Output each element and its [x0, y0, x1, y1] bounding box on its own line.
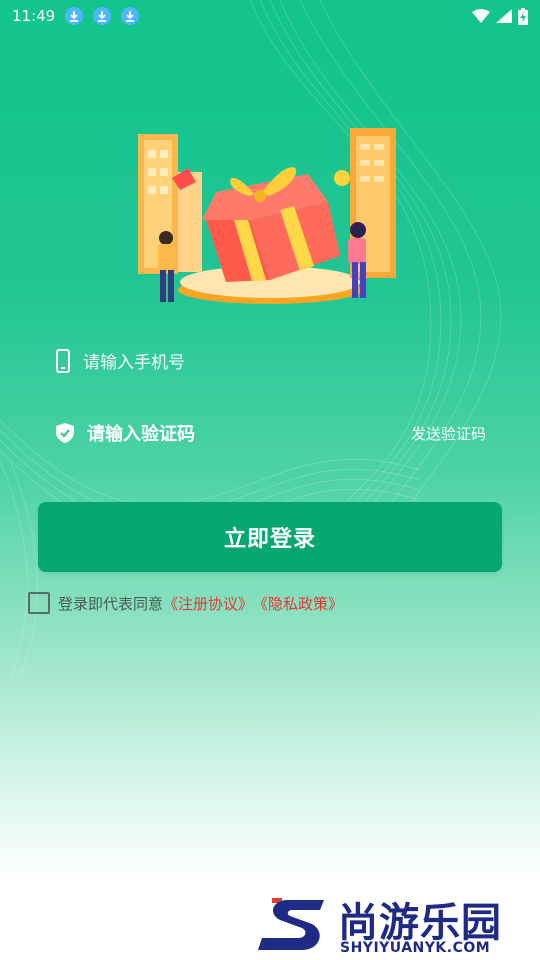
agreement-checkbox[interactable]	[28, 592, 50, 614]
wifi-icon	[472, 9, 490, 23]
download-icon	[121, 7, 140, 25]
phone-input[interactable]: 请输入手机号	[83, 348, 185, 373]
status-time: 11:49	[12, 7, 56, 25]
battery-charging-icon	[518, 7, 528, 25]
shield-check-icon	[56, 423, 74, 443]
phone-icon	[56, 348, 70, 373]
terms-link[interactable]: 《注册协议》	[163, 593, 253, 614]
watermark-url: SHYIYUANYK.COM	[340, 940, 491, 956]
watermark-logo: 尚游乐园 SHYIYUANYK.COM	[258, 888, 540, 960]
download-icon	[65, 7, 84, 25]
phone-input-row[interactable]: 请输入手机号	[56, 348, 185, 373]
download-icon	[93, 7, 112, 25]
send-code-button[interactable]: 发送验证码	[411, 423, 486, 444]
gift-illustration	[138, 128, 396, 304]
status-bar: 11:49	[0, 0, 540, 32]
signal-icon	[496, 9, 512, 23]
login-button[interactable]: 立即登录	[38, 502, 502, 572]
agreement-text: 登录即代表同意	[58, 594, 164, 613]
logo-s-icon	[258, 898, 324, 950]
code-input[interactable]: 请输入验证码	[87, 420, 195, 446]
code-input-row[interactable]: 请输入验证码 发送验证码	[56, 420, 486, 446]
privacy-link[interactable]: 《隐私政策》	[253, 593, 343, 614]
agreement-row: 登录即代表同意 《注册协议》 《隐私政策》	[28, 592, 343, 614]
